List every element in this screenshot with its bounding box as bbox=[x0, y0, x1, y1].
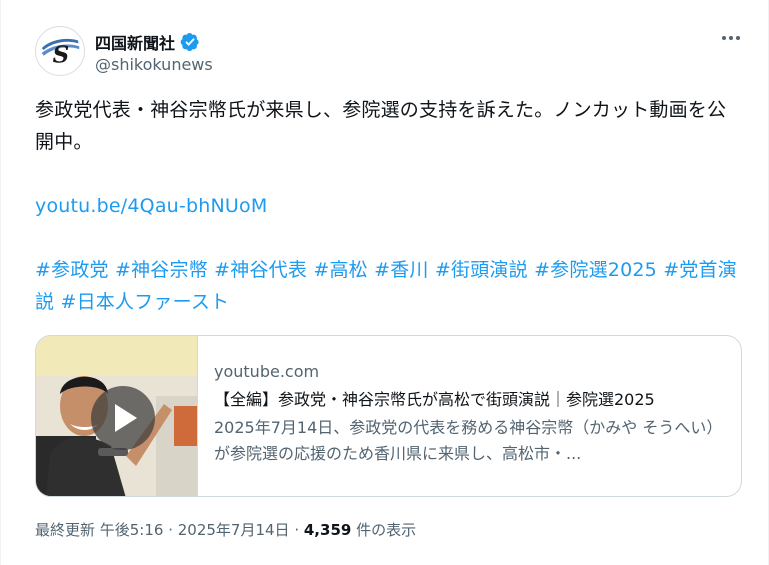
avatar-logo-icon: S bbox=[36, 27, 84, 75]
tweet-link[interactable]: youtu.be/4Qau-bhNUoM bbox=[35, 195, 267, 217]
play-icon bbox=[115, 404, 137, 432]
verified-badge-icon[interactable] bbox=[180, 32, 200, 52]
hashtag[interactable]: #神谷宗幣 bbox=[115, 259, 208, 281]
hashtag[interactable]: #街頭演説 bbox=[435, 259, 528, 281]
hashtag[interactable]: #参院選2025 bbox=[534, 259, 657, 281]
hashtag[interactable]: #神谷代表 bbox=[214, 259, 307, 281]
tweet-meta: 最終更新 午後5:16 · 2025年7月14日 · 4,359 件の表示 bbox=[35, 519, 416, 540]
play-button[interactable] bbox=[91, 386, 155, 450]
svg-text:S: S bbox=[53, 42, 70, 69]
card-domain: youtube.com bbox=[214, 362, 320, 381]
hashtag[interactable]: #日本人ファースト bbox=[60, 291, 229, 313]
tweet-body-text: 参政党代表・神谷宗幣氏が来県し、参院選の支持を訴えた。ノンカット動画を公開中。 bbox=[35, 99, 727, 153]
more-options-button[interactable] bbox=[718, 28, 744, 48]
hashtag[interactable]: #香川 bbox=[374, 259, 429, 281]
account-handle[interactable]: @shikokunews bbox=[95, 55, 213, 74]
hashtag[interactable]: #参政党 bbox=[35, 259, 109, 281]
author-name-row: 四国新聞社 bbox=[95, 30, 200, 54]
timestamp[interactable]: 最終更新 午後5:16 · 2025年7月14日 · bbox=[35, 521, 304, 539]
more-horizontal-icon bbox=[722, 36, 726, 40]
avatar[interactable]: S bbox=[35, 26, 85, 76]
hashtag-list: #参政党 #神谷宗幣 #神谷代表 #高松 #香川 #街頭演説 #参院選2025 … bbox=[35, 254, 743, 318]
card-description: 2025年7月14日、参政党の代表を務める神谷宗幣（かみや そうへい）が参院選の… bbox=[214, 418, 723, 463]
link-preview-card[interactable]: youtube.com 【全編】参政党・神谷宗幣氏が高松で街頭演説｜参院選202… bbox=[35, 335, 742, 497]
view-count-label: 件の表示 bbox=[351, 521, 417, 539]
video-thumbnail[interactable] bbox=[36, 336, 198, 496]
view-count: 4,359 bbox=[303, 521, 352, 539]
hashtag[interactable]: #高松 bbox=[313, 259, 368, 281]
tweet-text: 参政党代表・神谷宗幣氏が来県し、参院選の支持を訴えた。ノンカット動画を公開中。 … bbox=[35, 94, 743, 318]
display-name[interactable]: 四国新聞社 bbox=[95, 30, 175, 54]
tweet-container: S 四国新聞社 @shikokunews 参政党代表・神谷宗幣氏が来県し、参院選… bbox=[0, 0, 769, 565]
card-body: youtube.com 【全編】参政党・神谷宗幣氏が高松で街頭演説｜参院選202… bbox=[214, 360, 734, 467]
card-title[interactable]: 【全編】参政党・神谷宗幣氏が高松で街頭演説｜参院選2025 bbox=[214, 387, 734, 413]
